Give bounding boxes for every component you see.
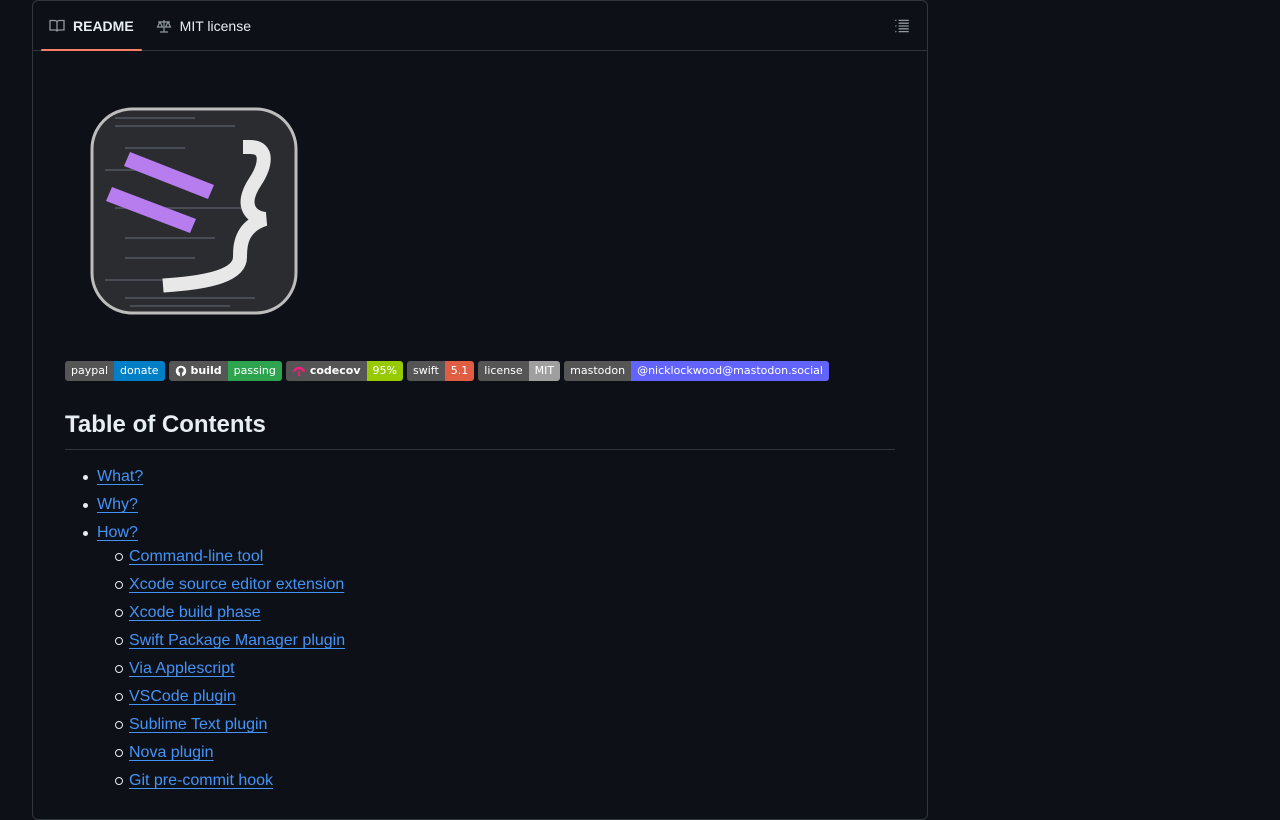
- badges-row: paypal donate build passing codecov 95% swift 5…: [65, 361, 829, 381]
- toc-item: What?: [65, 465, 345, 493]
- toc-link[interactable]: Why?: [97, 496, 138, 513]
- badge-license[interactable]: license MIT: [478, 361, 561, 381]
- tab-label: MIT license: [179, 17, 251, 34]
- toc-item: Why?: [65, 493, 345, 521]
- toc-link[interactable]: Nova plugin: [129, 744, 214, 761]
- toc-heading: Table of Contents: [65, 411, 895, 450]
- tab-readme[interactable]: README: [41, 1, 142, 51]
- toc-link[interactable]: Git pre-commit hook: [129, 772, 273, 789]
- badge-value: 5.1: [444, 361, 475, 381]
- toc-item: VSCode plugin: [65, 685, 345, 713]
- toc-link[interactable]: Command-line tool: [129, 548, 263, 565]
- toc-link[interactable]: Xcode build phase: [129, 604, 261, 621]
- toc-link[interactable]: Sublime Text plugin: [129, 716, 267, 733]
- toc-link[interactable]: Via Applescript: [129, 660, 235, 677]
- book-icon: [49, 19, 65, 32]
- toc-item: Swift Package Manager plugin: [65, 629, 345, 657]
- badge-build[interactable]: build passing: [168, 361, 282, 381]
- tab-mit-license[interactable]: MIT license: [148, 1, 259, 50]
- badge-label: build: [168, 361, 228, 381]
- badge-paypal[interactable]: paypal donate: [65, 361, 165, 381]
- toc-item: Nova plugin: [65, 741, 345, 769]
- readme-tabs: README MIT license: [33, 1, 927, 51]
- tab-label: README: [73, 17, 134, 34]
- badge-label: mastodon: [564, 361, 632, 381]
- law-scale-icon: [156, 19, 172, 33]
- badge-value: MIT: [528, 361, 561, 381]
- readme-panel: README MIT license paypal donate build pass…: [32, 0, 928, 820]
- toc-link[interactable]: How?: [97, 524, 138, 541]
- badge-value: donate: [114, 361, 165, 381]
- toc-link[interactable]: Swift Package Manager plugin: [129, 632, 345, 649]
- toc-link[interactable]: VSCode plugin: [129, 688, 236, 705]
- toc-link[interactable]: Xcode source editor extension: [129, 576, 344, 593]
- outline-list-icon[interactable]: [893, 17, 911, 35]
- badge-codecov[interactable]: codecov 95%: [285, 361, 403, 381]
- badge-mastodon[interactable]: mastodon @nicklockwood@mastodon.social: [564, 361, 829, 381]
- toc-item: Xcode source editor extension: [65, 573, 345, 601]
- badge-label: paypal: [65, 361, 115, 381]
- badge-label: swift: [406, 361, 445, 381]
- badge-label: license: [478, 361, 529, 381]
- badge-swift[interactable]: swift 5.1: [406, 361, 475, 381]
- table-of-contents: What? Why? How? Command-line tool Xcode sour…: [65, 465, 345, 797]
- badge-value: 95%: [366, 361, 403, 381]
- badge-label: codecov: [285, 361, 367, 381]
- toc-item: Command-line tool: [65, 545, 345, 573]
- swiftformat-logo: [90, 107, 298, 315]
- toc-link[interactable]: What?: [97, 468, 143, 485]
- toc-item: Sublime Text plugin: [65, 713, 345, 741]
- toc-item: Via Applescript: [65, 657, 345, 685]
- codecov-icon: [292, 366, 305, 377]
- toc-item: Git pre-commit hook: [65, 769, 345, 797]
- badge-value: passing: [227, 361, 282, 381]
- github-icon: [175, 365, 186, 377]
- toc-item: Xcode build phase: [65, 601, 345, 629]
- badge-value: @nicklockwood@mastodon.social: [631, 361, 829, 381]
